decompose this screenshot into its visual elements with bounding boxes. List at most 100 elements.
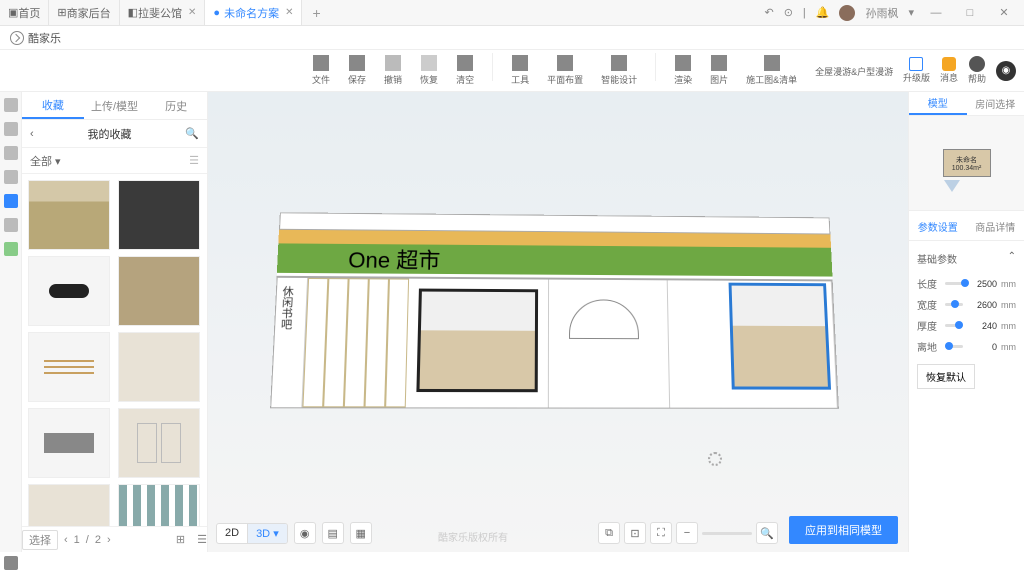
minimap-room[interactable]: 未命名 100.34m² bbox=[943, 149, 991, 177]
rail-box[interactable] bbox=[4, 146, 18, 160]
brand-logo[interactable]: 酷家乐 bbox=[10, 30, 61, 46]
param-unit: mm bbox=[1001, 300, 1016, 310]
rail-person[interactable] bbox=[4, 194, 18, 208]
help-button[interactable]: 帮助 bbox=[968, 56, 986, 85]
tab-project[interactable]: ◧ 拉斐公馆✕ bbox=[120, 0, 206, 25]
tool-tools[interactable]: 工具 bbox=[507, 53, 533, 88]
ptab-params[interactable]: 参数设置 bbox=[909, 217, 967, 240]
search-icon[interactable]: 🔍 bbox=[185, 127, 199, 140]
right-panel: 模型 房间选择 未命名 100.34m² 参数设置 商品详情 基础参数⌃ 长度2… bbox=[908, 92, 1024, 552]
view-layers[interactable]: ▤ bbox=[322, 522, 344, 544]
zoom-slider[interactable] bbox=[702, 532, 752, 535]
param-row: 长度2500mm bbox=[917, 276, 1016, 291]
rail-light[interactable] bbox=[4, 122, 18, 136]
assistant-button[interactable]: ◉ bbox=[996, 61, 1016, 81]
minimap[interactable]: 未命名 100.34m² bbox=[909, 116, 1024, 211]
thumb-item[interactable] bbox=[118, 408, 200, 478]
thumb-item[interactable] bbox=[118, 484, 200, 526]
thumb-item[interactable] bbox=[28, 408, 110, 478]
window-min[interactable]: — bbox=[924, 7, 948, 19]
building-model[interactable]: One 超市 休闲书吧 bbox=[269, 212, 839, 423]
param-slider[interactable] bbox=[945, 345, 963, 348]
thumb-item[interactable] bbox=[28, 332, 110, 402]
tool-smart[interactable]: 智能设计 bbox=[597, 53, 641, 88]
list-view-icon[interactable]: ☰ bbox=[189, 154, 199, 167]
rtab-room[interactable]: 房间选择 bbox=[967, 92, 1024, 115]
param-value: 2500 bbox=[967, 279, 997, 289]
thumb-item[interactable] bbox=[118, 180, 200, 250]
grid-icon[interactable]: ⊞ bbox=[176, 533, 185, 546]
param-slider[interactable] bbox=[945, 303, 963, 306]
view-fit[interactable]: ⊡ bbox=[624, 522, 646, 544]
new-tab-button[interactable]: + bbox=[302, 5, 330, 21]
param-slider[interactable] bbox=[945, 282, 963, 285]
rail-door[interactable] bbox=[4, 170, 18, 184]
view-3d[interactable]: 3D ▾ bbox=[248, 524, 287, 543]
view-eye[interactable]: ◉ bbox=[294, 522, 316, 544]
avatar[interactable] bbox=[839, 5, 855, 21]
zoom-in[interactable]: 🔍 bbox=[756, 522, 778, 544]
rail-layers[interactable] bbox=[4, 218, 18, 232]
upgrade-button[interactable]: 升级版 bbox=[903, 57, 930, 84]
tool-export[interactable]: 施工图&清单 bbox=[742, 53, 801, 88]
tab-home[interactable]: ▣ 首页 bbox=[0, 0, 49, 25]
list-icon[interactable]: ☰ bbox=[197, 533, 207, 546]
thumb-item[interactable] bbox=[118, 332, 200, 402]
filter-button[interactable]: 选择 bbox=[22, 530, 58, 550]
store-sign: One 超市 bbox=[348, 243, 441, 275]
tool-clear[interactable]: 清空 bbox=[452, 53, 478, 88]
undo-icon[interactable]: ↶ bbox=[764, 6, 773, 19]
thumb-item[interactable] bbox=[118, 256, 200, 326]
camera-icon[interactable] bbox=[944, 180, 960, 192]
rail-leaf[interactable] bbox=[4, 242, 18, 256]
window-close[interactable]: ✕ bbox=[992, 6, 1016, 19]
close-icon[interactable]: ✕ bbox=[285, 7, 293, 18]
window-max[interactable]: □ bbox=[958, 7, 982, 19]
tool-vr[interactable]: 全屋漫游&户型漫游 bbox=[811, 53, 897, 88]
rtab-model[interactable]: 模型 bbox=[909, 92, 967, 115]
apply-button[interactable]: 应用到相同模型 bbox=[789, 516, 898, 544]
thumb-item[interactable] bbox=[28, 256, 110, 326]
username[interactable]: 孙雨枫 bbox=[865, 5, 898, 21]
tool-file[interactable]: 文件 bbox=[308, 53, 334, 88]
view-help[interactable]: ⧉ bbox=[598, 522, 620, 544]
notif-icon[interactable]: 🔔 bbox=[816, 6, 830, 19]
zoom-out[interactable]: − bbox=[676, 522, 698, 544]
door[interactable] bbox=[302, 278, 409, 407]
tab-favorites[interactable]: 收藏 bbox=[22, 92, 84, 119]
page-prev[interactable]: ‹ bbox=[64, 534, 68, 546]
rail-home[interactable] bbox=[4, 98, 18, 112]
tool-plan[interactable]: 平面布置 bbox=[543, 53, 587, 88]
param-row: 宽度2600mm bbox=[917, 297, 1016, 312]
tab-active[interactable]: ●未命名方案✕ bbox=[205, 0, 302, 25]
thumb-item[interactable] bbox=[28, 180, 110, 250]
help-icon[interactable]: ⊙ bbox=[784, 6, 793, 19]
tool-image[interactable]: 图片 bbox=[706, 53, 732, 88]
view-full[interactable]: ⛶ bbox=[650, 522, 672, 544]
reset-button[interactable]: 恢复默认 bbox=[917, 364, 975, 389]
tab-merchant[interactable]: ⊞ 商家后台 bbox=[49, 0, 119, 25]
section-title[interactable]: 基础参数⌃ bbox=[917, 247, 1016, 270]
window-selected[interactable] bbox=[729, 283, 831, 390]
tab-history[interactable]: 历史 bbox=[145, 92, 207, 119]
tool-render[interactable]: 渲染 bbox=[670, 53, 696, 88]
view-grid[interactable]: ▦ bbox=[350, 522, 372, 544]
canvas-3d[interactable]: One 超市 休闲书吧 2D 3D ▾ ◉ ▤ ▦ 酷家乐版权所有 ⧉ ⊡ bbox=[208, 92, 908, 552]
ptab-details[interactable]: 商品详情 bbox=[967, 217, 1024, 240]
tool-save[interactable]: 保存 bbox=[344, 53, 370, 88]
param-label: 离地 bbox=[917, 339, 941, 354]
filter-select[interactable]: 全部 ▾ bbox=[30, 153, 61, 169]
param-slider[interactable] bbox=[945, 324, 963, 327]
close-icon[interactable]: ✕ bbox=[188, 7, 196, 18]
view-2d[interactable]: 2D bbox=[217, 524, 248, 543]
tab-upload[interactable]: 上传/模型 bbox=[84, 92, 146, 119]
settings-icon[interactable] bbox=[4, 556, 18, 570]
window-black[interactable] bbox=[416, 289, 538, 393]
toolbar-right: 升级版 消息 帮助 ◉ bbox=[903, 56, 1016, 85]
page-next[interactable]: › bbox=[107, 534, 111, 546]
thumb-item[interactable] bbox=[28, 484, 110, 526]
tool-undo[interactable]: 撤销 bbox=[380, 53, 406, 88]
tool-redo[interactable]: 恢复 bbox=[416, 53, 442, 88]
messages-button[interactable]: 消息 bbox=[940, 57, 958, 84]
dropdown-icon[interactable]: ▾ bbox=[908, 6, 914, 19]
